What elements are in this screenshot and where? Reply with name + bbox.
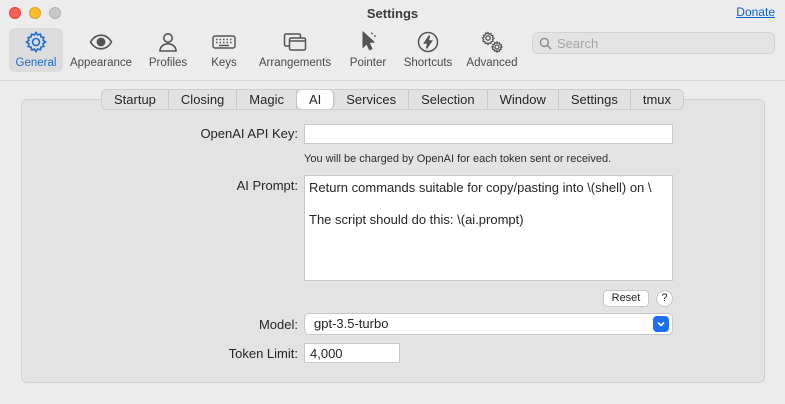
toolbar-item-label: Keys	[211, 57, 237, 69]
window-title: Settings	[366, 6, 419, 21]
tab-settings[interactable]: Settings	[559, 90, 631, 109]
tab-bar: Startup Closing Magic AI Services Select…	[101, 89, 685, 110]
gear-icon	[25, 31, 47, 53]
ai-prompt-textarea[interactable]: Return commands suitable for copy/pastin…	[304, 175, 673, 281]
toolbar-item-keys[interactable]: Keys	[204, 28, 244, 72]
toolbar-item-shortcuts[interactable]: Shortcuts	[400, 28, 456, 72]
api-key-label: OpenAI API Key:	[200, 126, 298, 141]
model-label: Model:	[258, 317, 298, 332]
toolbar-item-general[interactable]: General	[9, 28, 63, 72]
tab-closing[interactable]: Closing	[169, 90, 238, 109]
help-button[interactable]: ?	[656, 290, 673, 307]
toolbar-item-label: Shortcuts	[403, 57, 453, 69]
settings-window: Settings Donate General Appearance Profi…	[0, 0, 785, 404]
tab-selection[interactable]: Selection	[409, 90, 488, 109]
toolbar-item-label: Arrangements	[258, 57, 332, 69]
eye-icon	[89, 34, 113, 50]
toolbar-item-label: Pointer	[349, 57, 387, 69]
toolbar-item-arrangements[interactable]: Arrangements	[255, 28, 335, 72]
toolbar-item-appearance[interactable]: Appearance	[68, 28, 134, 72]
tab-tmux[interactable]: tmux	[631, 90, 683, 109]
ai-prompt-label: AI Prompt:	[236, 178, 298, 193]
token-limit-label: Token Limit:	[228, 346, 298, 361]
chevron-down-icon	[653, 316, 669, 332]
model-select[interactable]: gpt-3.5-turbo	[304, 313, 673, 335]
reset-button[interactable]: Reset	[603, 290, 649, 307]
toolbar-item-label: Appearance	[69, 57, 133, 69]
toolbar-item-advanced[interactable]: Advanced	[463, 28, 521, 72]
person-icon	[159, 33, 177, 52]
tab-ai[interactable]: AI	[296, 90, 335, 109]
pointer-icon	[362, 30, 376, 51]
toolbar-divider	[0, 80, 785, 81]
windows-icon	[283, 33, 307, 51]
toolbar-item-label: Advanced	[466, 57, 518, 69]
gears-icon	[481, 31, 504, 54]
toolbar-item-label: Profiles	[148, 57, 188, 69]
tab-services[interactable]: Services	[334, 90, 410, 109]
tab-window[interactable]: Window	[488, 90, 559, 109]
api-key-input[interactable]	[304, 124, 673, 144]
prompt-line: Return commands suitable for copy/pastin…	[309, 180, 652, 195]
toolbar-item-pointer[interactable]: Pointer	[345, 28, 391, 72]
keyboard-icon	[212, 35, 236, 49]
search-icon	[539, 37, 552, 50]
bolt-icon	[417, 31, 439, 53]
toolbar-item-profiles[interactable]: Profiles	[142, 28, 194, 72]
api-key-note: You will be charged by OpenAI for each t…	[304, 153, 612, 165]
donate-link[interactable]: Donate	[736, 5, 775, 19]
model-select-value: gpt-3.5-turbo	[314, 316, 389, 331]
prompt-line: The script should do this: \(ai.prompt)	[309, 212, 524, 227]
search-field[interactable]	[532, 32, 775, 54]
token-limit-input[interactable]	[304, 343, 400, 363]
tab-startup[interactable]: Startup	[102, 90, 169, 109]
search-input[interactable]	[557, 35, 757, 51]
tab-magic[interactable]: Magic	[237, 90, 297, 109]
toolbar-item-label: General	[15, 57, 57, 69]
